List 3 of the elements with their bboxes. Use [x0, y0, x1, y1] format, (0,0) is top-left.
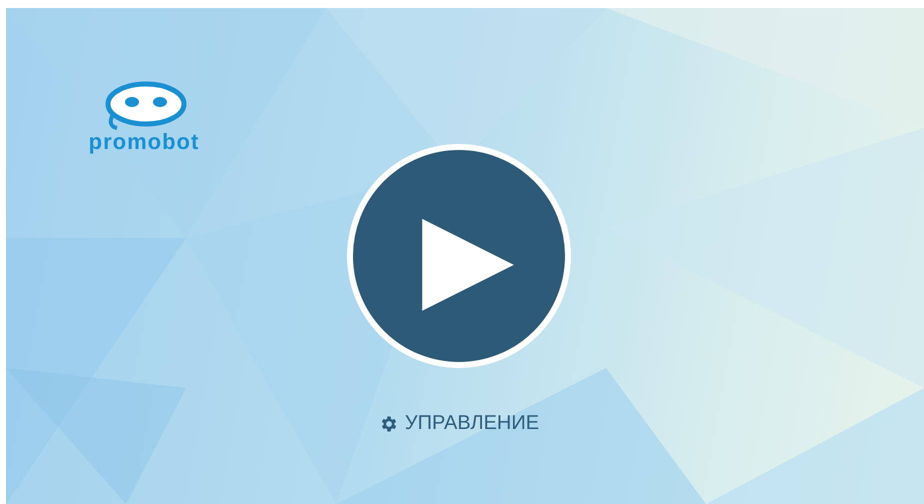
- control-link[interactable]: УПРАВЛЕНИЕ: [378, 412, 540, 435]
- play-button[interactable]: ▶: [347, 144, 571, 368]
- logo-text: promobot: [88, 130, 200, 154]
